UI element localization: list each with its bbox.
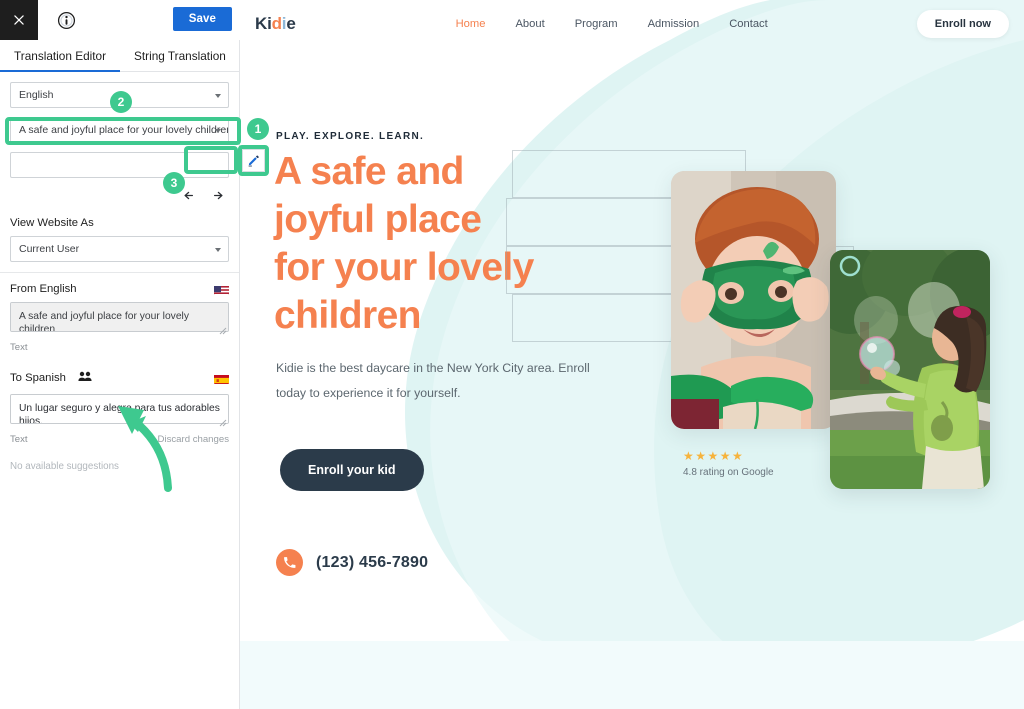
info-icon[interactable]	[46, 0, 86, 40]
logo-part-1: Ki	[255, 13, 272, 33]
pencil-edit-button[interactable]	[242, 149, 265, 172]
string-select-value: A safe and joyful place for your lovely …	[19, 124, 229, 136]
selectors-group: English A safe and joyful place for your…	[0, 72, 239, 178]
view-website-as-label: View Website As	[10, 217, 94, 229]
people-icon	[78, 369, 92, 387]
chevron-down-icon	[215, 129, 221, 133]
view-website-as-section: View Website As Current User	[0, 207, 239, 272]
hero-heading-line-4: children	[274, 294, 422, 337]
site-logo[interactable]: Kidie	[255, 14, 296, 34]
nav-item-about[interactable]: About	[515, 18, 544, 30]
hero-heading-line-3: for your lovely	[274, 246, 534, 289]
source-sub-row: Text	[10, 342, 229, 353]
hero-section: PLAY. EXPLORE. LEARN. A safe and joyful …	[240, 0, 1024, 709]
phone-number: (123) 456-7890	[316, 553, 429, 571]
nav-links: Home About Program Admission Contact	[456, 18, 768, 30]
phone-icon	[276, 549, 303, 576]
source-text-field[interactable]	[10, 302, 229, 332]
rating-text: 4.8 rating on Google	[683, 467, 774, 478]
save-button[interactable]: Save	[172, 7, 232, 31]
hero-photo-girl-bubbles	[830, 250, 990, 489]
panel-body: English A safe and joyful place for your…	[0, 72, 239, 482]
view-website-as-select[interactable]: Current User	[10, 236, 229, 262]
annotation-badge-3: 3	[163, 172, 185, 194]
discard-changes-link[interactable]: Discard changes	[158, 434, 229, 445]
annotation-badge-1: 1	[247, 118, 269, 140]
chevron-down-icon	[215, 94, 221, 98]
hero-eyebrow: PLAY. EXPLORE. LEARN.	[276, 131, 425, 142]
tab-translation-editor[interactable]: Translation Editor	[0, 40, 120, 72]
rating-block: ★★★★★ 4.8 rating on Google	[683, 449, 774, 478]
source-caption: Text	[10, 342, 28, 353]
source-label: From English	[10, 283, 77, 295]
enroll-your-kid-button[interactable]: Enroll your kid	[280, 449, 424, 491]
panel-tabs: Translation Editor String Translation	[0, 40, 239, 72]
panel-toolbar: Save	[0, 0, 240, 40]
site-navbar: Kidie Home About Program Admission Conta…	[240, 0, 1024, 47]
target-caption: Text	[10, 434, 28, 445]
enroll-now-button[interactable]: Enroll now	[916, 10, 1009, 38]
hero-heading-line-1: A safe and	[274, 150, 464, 193]
website-preview: Kidie Home About Program Admission Conta…	[240, 0, 1024, 709]
nav-item-contact[interactable]: Contact	[729, 18, 768, 30]
language-select-value: English	[19, 89, 54, 101]
close-icon[interactable]	[0, 0, 38, 40]
logo-part-4: e	[286, 13, 296, 33]
star-rating-icon: ★★★★★	[683, 449, 745, 463]
us-flag-icon	[214, 284, 229, 295]
target-label: To Spanish	[10, 372, 66, 384]
hero-photo-child-mask	[671, 171, 836, 429]
target-sub-row: Text Discard changes	[10, 434, 229, 445]
screen-root: Kidie Home About Program Admission Conta…	[0, 0, 1024, 709]
nav-item-program[interactable]: Program	[575, 18, 618, 30]
target-text-field[interactable]	[10, 394, 229, 424]
hero-heading[interactable]: A safe and joyful place for your lovely …	[274, 148, 604, 340]
extra-select[interactable]	[10, 152, 229, 178]
es-flag-icon	[214, 373, 229, 384]
target-label-row: To Spanish	[10, 369, 229, 387]
string-select[interactable]: A safe and joyful place for your lovely …	[10, 117, 229, 143]
chevron-down-icon	[215, 248, 221, 252]
target-textarea-wrap	[10, 394, 229, 429]
logo-part-2: d	[271, 13, 282, 33]
source-label-row: From English	[10, 283, 229, 295]
view-website-as-value: Current User	[19, 243, 80, 255]
nav-item-home[interactable]: Home	[456, 18, 486, 30]
translation-fields-section: From English A safe and joyful place for…	[0, 272, 239, 482]
undo-redo-group	[0, 183, 239, 207]
pencil-edit-icon	[248, 155, 259, 167]
no-suggestions-text: No available suggestions	[10, 461, 119, 472]
redo-arrow-icon[interactable]	[203, 183, 229, 207]
annotation-badge-2: 2	[110, 91, 132, 113]
hero-description: Kidie is the best daycare in the New Yor…	[276, 361, 590, 400]
source-textarea-wrap	[10, 302, 229, 337]
nav-item-admission[interactable]: Admission	[648, 18, 700, 30]
phone-row[interactable]: (123) 456-7890	[276, 549, 428, 576]
hero-heading-line-2: joyful place	[274, 198, 482, 241]
tab-string-translation[interactable]: String Translation	[120, 40, 240, 72]
